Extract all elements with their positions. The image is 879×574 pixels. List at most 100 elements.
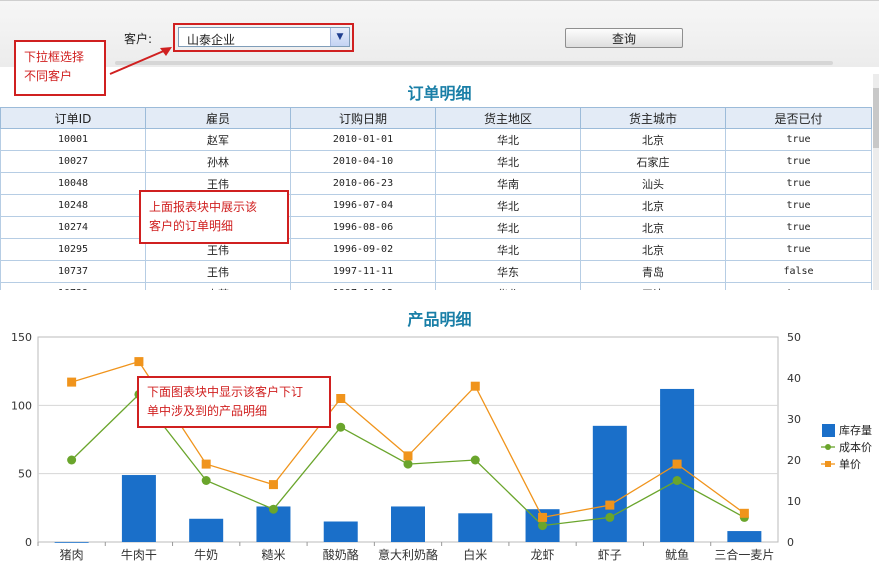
x-tick-label: 牛肉干 <box>121 547 157 562</box>
table-cell: true <box>725 172 872 195</box>
line-point <box>403 451 413 461</box>
line-point <box>470 381 480 391</box>
y-tick-label: 50 <box>18 468 32 481</box>
callout-line: 单中涉及到的产品明细 <box>147 404 268 418</box>
chart-title: 产品明细 <box>407 310 472 329</box>
table-row: 10295 王伟 1996-09-02 华北 北京 true <box>0 238 872 261</box>
bar <box>727 531 762 542</box>
table-cell: 1996-08-06 <box>290 216 436 239</box>
table-cell: 10739 <box>0 282 146 290</box>
y2-tick-label: 20 <box>787 454 801 467</box>
vertical-scrollbar-thumb[interactable] <box>873 88 879 148</box>
table-cell: 北京 <box>580 194 726 217</box>
table-row: 10274王伟1996-08-06华北北京true <box>0 216 872 239</box>
table-cell: 北京 <box>580 238 726 261</box>
x-tick-label: 糙米 <box>261 548 285 562</box>
line-point <box>672 476 682 485</box>
table-cell: 天津 <box>580 282 726 290</box>
column-header: 订单ID <box>0 107 146 129</box>
x-tick-label: 猪肉 <box>60 548 84 562</box>
table-cell: 华南 <box>435 172 581 195</box>
table-cell: true <box>725 128 872 151</box>
table-cell: true <box>725 150 872 173</box>
table-cell: 华北 <box>435 150 581 173</box>
report-callout: 上面报表块中展示该 客户的订单明细 <box>139 190 289 244</box>
table-cell: true <box>725 238 872 261</box>
x-tick-label: 牛奶 <box>194 547 218 562</box>
table-cell: 赵军 <box>145 128 291 151</box>
line-point <box>605 500 615 510</box>
table-cell: 汕头 <box>580 172 726 195</box>
x-tick-label: 鱿鱼 <box>665 547 689 562</box>
y2-tick-label: 30 <box>787 413 801 426</box>
table-cell: 青岛 <box>580 260 726 283</box>
table-cell: 华北 <box>435 282 581 290</box>
table-cell: 10001 <box>0 128 146 151</box>
x-tick-label: 龙虾 <box>531 548 555 562</box>
legend-label: 库存量 <box>839 423 872 437</box>
query-button[interactable]: 查询 <box>565 28 683 48</box>
line-point <box>403 459 413 469</box>
legend-marker <box>825 461 831 467</box>
y2-tick-label: 10 <box>787 495 801 508</box>
table-cell: true <box>725 282 872 290</box>
order-report-title: 订单明细 <box>407 84 472 103</box>
table-cell: 10295 <box>0 238 146 261</box>
product-chart: 0 50 100 150 0 10 20 30 40 50 猪肉 牛肉干 牛奶 糙米 酸奶酪 意大利奶酪 白米 龙… <box>11 331 872 562</box>
line-point <box>134 357 144 367</box>
callout-line: 客户的订单明细 <box>149 219 234 233</box>
y-tick-label: 0 <box>25 536 32 549</box>
table-cell: true <box>725 216 872 239</box>
legend-label: 单价 <box>839 458 861 471</box>
arrow-icon <box>109 47 172 75</box>
table-cell: 2010-01-01 <box>290 128 436 151</box>
line-point <box>268 504 278 514</box>
y2-tick-label: 40 <box>787 372 801 385</box>
x-tick-label: 酸奶酪 <box>323 547 359 562</box>
bar <box>323 521 358 542</box>
x-tick-label: 三合一麦片 <box>714 547 774 562</box>
table-cell: 王伟 <box>145 260 291 283</box>
table-cell: 10027 <box>0 150 146 173</box>
callout-line: 下面图表块中显示该客户下订 <box>147 385 304 399</box>
legend-label: 成本价 <box>839 440 872 454</box>
line-point <box>336 422 346 432</box>
table-cell: 2010-04-10 <box>290 150 436 173</box>
table-row: 10001 赵军 2010-01-01 华北 北京 true <box>0 128 872 151</box>
table-cell: 李芳 <box>145 282 291 290</box>
line-point <box>67 377 77 387</box>
callout-line: 上面报表块中展示该 <box>149 200 258 214</box>
table-cell: 孙林 <box>145 150 291 173</box>
column-header: 订购日期 <box>290 107 436 129</box>
bar <box>189 518 224 542</box>
table-cell: 石家庄 <box>580 150 726 173</box>
table-header-row: 订单ID 雇员 订购日期 货主地区 货主城市 是否已付 <box>0 107 872 129</box>
y-tick-label: 100 <box>11 399 32 412</box>
line-point <box>336 394 346 403</box>
table-row: 10048 王伟 2010-06-23 华南 汕头 true <box>0 172 872 195</box>
x-tick-label: 意大利奶酪 <box>378 547 438 562</box>
table-cell: 10274 <box>0 216 146 239</box>
column-header: 货主城市 <box>580 107 726 129</box>
horizontal-scrollbar[interactable] <box>115 61 833 65</box>
line-point <box>470 455 480 465</box>
callout-line: 不同客户 <box>24 69 73 83</box>
legend-swatch <box>822 424 835 437</box>
column-header: 货主地区 <box>435 107 581 129</box>
line-point <box>67 455 77 465</box>
y-tick-label: 150 <box>11 331 32 344</box>
table-cell: 华北 <box>435 128 581 151</box>
table-cell: 华北 <box>435 238 581 261</box>
x-tick-label: 虾子 <box>598 548 622 562</box>
table-cell: 10737 <box>0 260 146 283</box>
table-cell: 1997-11-11 <box>290 260 436 283</box>
y2-tick-label: 0 <box>787 536 794 549</box>
table-cell: 10248 <box>0 194 146 217</box>
order-report: 订单明细 订单ID 雇员 订购日期 货主地区 货主城市 是否已付 10001 赵军 2010-… <box>0 74 879 290</box>
table-cell: 10048 <box>0 172 146 195</box>
bar <box>592 425 627 542</box>
line-point <box>739 508 749 518</box>
table-row: 10737 王伟 1997-11-11 华东 青岛 false <box>0 260 872 283</box>
line-point <box>268 480 278 490</box>
column-header: 雇员 <box>145 107 291 129</box>
